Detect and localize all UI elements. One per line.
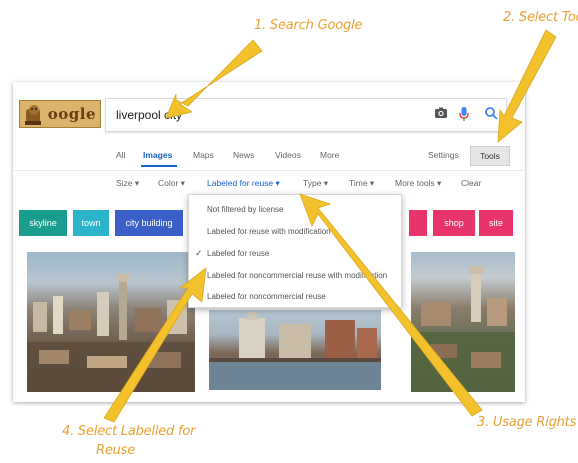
annotation-step4-line1: 4. Select Labelled for <box>62 424 196 439</box>
tabs-divider <box>13 170 525 171</box>
chip-site[interactable]: site <box>479 210 513 236</box>
chip-city-building[interactable]: city building <box>115 210 183 236</box>
chip-town[interactable]: town <box>73 210 109 236</box>
check-icon: ✓ <box>195 248 203 258</box>
tab-maps[interactable]: Maps <box>193 150 214 160</box>
time-filter[interactable]: Time ▾ <box>349 178 374 189</box>
chip-partial[interactable] <box>409 210 427 236</box>
search-header: oogle liverpool city <box>13 82 525 138</box>
logo-text: oogle <box>47 105 96 123</box>
chip-label: skyline <box>29 218 57 228</box>
chip-label: town <box>81 218 101 228</box>
annotation-step2: 2. Select Tools <box>503 10 578 25</box>
tab-videos[interactable]: Videos <box>275 150 301 160</box>
chip-label: city building <box>125 218 173 228</box>
google-images-frame: oogle liverpool city All Images Maps New… <box>13 82 525 402</box>
search-icon[interactable] <box>484 106 498 120</box>
tools-button-label: Tools <box>480 151 500 161</box>
annotation-step3: 3. Usage Rights <box>477 415 577 430</box>
search-query: liverpool city <box>116 108 183 122</box>
usage-rights-dropdown: Not filtered by license Labeled for reus… <box>188 194 402 308</box>
microphone-icon[interactable] <box>458 106 470 122</box>
search-input[interactable]: liverpool city <box>105 98 507 132</box>
chip-label: site <box>488 218 503 228</box>
annotation-step4-line2: Reuse <box>96 443 136 458</box>
more-tools-filter[interactable]: More tools ▾ <box>395 178 441 189</box>
size-filter[interactable]: Size ▾ <box>116 178 139 189</box>
annotation-step1: 1. Search Google <box>254 18 363 33</box>
active-tab-indicator <box>141 165 177 167</box>
chip-label: shop <box>444 218 464 228</box>
dropdown-item-reuse-modification[interactable]: Labeled for reuse with modification <box>207 227 331 236</box>
search-tools-bar: Size ▾ Color ▾ Labeled for reuse ▾ Type … <box>13 176 525 192</box>
usage-rights-filter[interactable]: Labeled for reuse ▾ <box>207 178 280 189</box>
waterfront-photo <box>209 312 381 390</box>
image-result-2[interactable] <box>209 310 381 390</box>
dropdown-item-noncommercial-modification[interactable]: Labeled for noncommercial reuse with mod… <box>207 271 387 280</box>
dropdown-item-reuse[interactable]: Labeled for reuse <box>207 249 269 258</box>
dropdown-item-noncommercial[interactable]: Labeled for noncommercial reuse <box>207 292 326 301</box>
image-result-1[interactable] <box>27 252 195 392</box>
search-tabs: All Images Maps News Videos More Setting… <box>13 146 525 168</box>
type-filter[interactable]: Type ▾ <box>303 178 328 189</box>
city-aerial-photo-1 <box>27 274 195 392</box>
camera-icon[interactable] <box>434 106 448 120</box>
tools-button[interactable]: Tools <box>470 146 510 166</box>
google-doodle-logo[interactable]: oogle <box>19 100 101 128</box>
tab-news[interactable]: News <box>233 150 254 160</box>
tab-all[interactable]: All <box>116 150 125 160</box>
city-aerial-photo-2 <box>411 266 515 392</box>
chip-shop[interactable]: shop <box>433 210 475 236</box>
tab-images[interactable]: Images <box>143 150 172 160</box>
tab-more[interactable]: More <box>320 150 339 160</box>
dropdown-item-not-filtered[interactable]: Not filtered by license <box>207 205 283 214</box>
clear-filters[interactable]: Clear <box>461 178 481 188</box>
dog-doodle-icon <box>25 105 41 125</box>
image-result-3[interactable] <box>411 252 515 392</box>
color-filter[interactable]: Color ▾ <box>158 178 185 189</box>
settings-link[interactable]: Settings <box>428 150 459 160</box>
chip-skyline[interactable]: skyline <box>19 210 67 236</box>
